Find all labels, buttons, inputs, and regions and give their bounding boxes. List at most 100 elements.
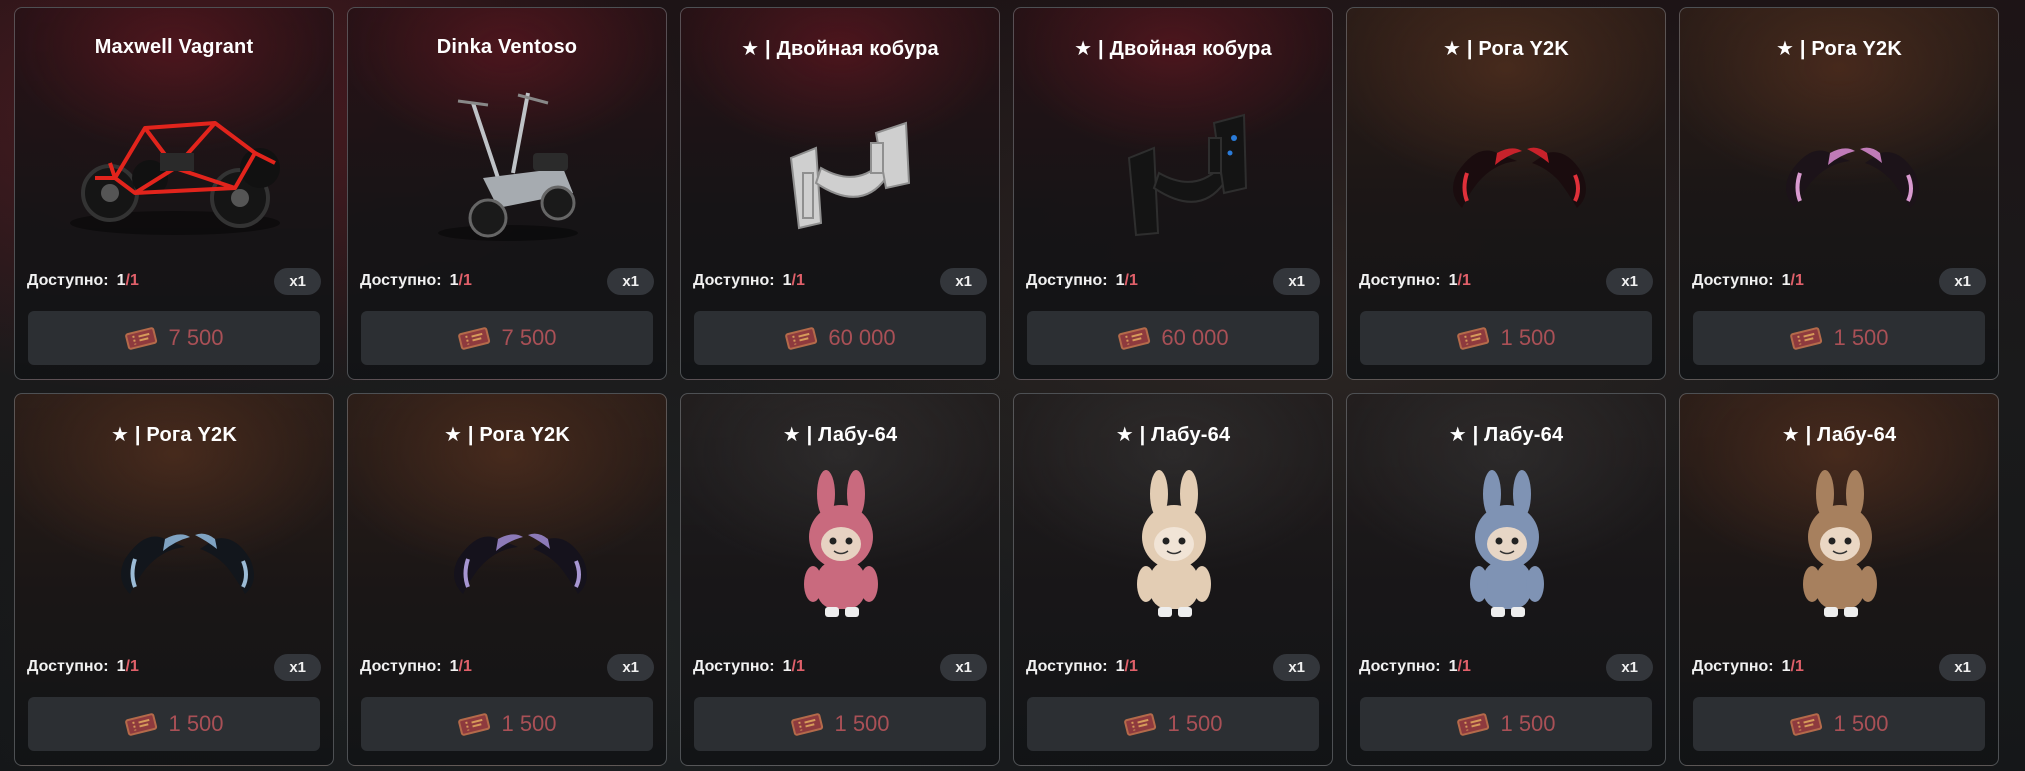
buy-button[interactable]: 1 500 [1693,311,1985,365]
buy-button[interactable]: 1 500 [1360,311,1652,365]
item-title: ★ | Лабу-64 [1781,424,1897,446]
available-count: 1 [116,272,126,289]
available-label: Доступно: [693,272,775,289]
quantity-badge: x1 [274,267,321,295]
price-value: 60 000 [1161,325,1229,350]
item-card[interactable]: ★ | Лабу-64 Доступно: 1/1 x1 1 500 [680,393,1000,766]
item-card[interactable]: ★ | Рога Y2K Доступно: 1/1 x1 1 500 [347,393,667,766]
item-card[interactable]: ★ | Лабу-64 Доступно: 1/1 x1 1 500 [1679,393,1999,766]
holster-black-icon [1127,113,1248,237]
item-card[interactable]: ★ | Рога Y2K Доступно: 1/1 x1 1 500 [1679,7,1999,380]
available-total: /1 [1790,658,1804,675]
available-count: 1 [116,658,126,675]
ticket-icon [125,327,158,350]
availability-row: Доступно: 1/1 x1 [1692,652,1986,682]
ticket-icon [1124,713,1157,736]
availability-row: Доступно: 1/1 x1 [1026,266,1320,296]
ticket-icon [785,327,818,350]
item-title: ★ | Рога Y2K [1442,38,1569,60]
buy-button[interactable]: 60 000 [1027,311,1319,365]
horns-pink-icon [1786,147,1919,208]
ticket-icon [1790,327,1823,350]
price-value: 1 500 [501,711,557,736]
item-title: ★ | Рога Y2K [1775,38,1902,60]
item-card[interactable]: ★ | Рога Y2K Доступно: 1/1 x1 1 500 [1346,7,1666,380]
availability-row: Доступно: 1/1 x1 [27,652,321,682]
buy-button[interactable]: 1 500 [1693,697,1985,751]
quantity-badge: x1 [274,653,321,681]
item-card[interactable]: ★ | Двойная кобура Доступно: 1/1 x1 60 00… [1013,7,1333,380]
price-value: 7 500 [168,325,224,350]
quantity-badge: x1 [607,267,654,295]
available-total: /1 [458,272,472,289]
availability-row: Доступно: 1/1 x1 [1359,652,1653,682]
horns-red-icon [1453,147,1586,208]
available-total: /1 [791,658,805,675]
availability-row: Доступно: 1/1 x1 [360,266,654,296]
available-label: Доступно: [1692,658,1774,675]
quantity-badge: x1 [1939,267,1986,295]
buy-button[interactable]: 1 500 [694,697,986,751]
holster-white-icon [789,121,911,230]
available-count: 1 [1448,658,1458,675]
available-label: Доступно: [1692,272,1774,289]
quantity-badge: x1 [1273,267,1320,295]
availability-row: Доступно: 1/1 x1 [1026,652,1320,682]
item-title: Maxwell Vagrant [94,36,254,58]
price-value: 1 500 [1500,325,1556,350]
item-card[interactable]: ★ | Лабу-64 Доступно: 1/1 x1 1 500 [1013,393,1333,766]
available-label: Доступно: [360,658,442,675]
available-label: Доступно: [27,272,109,289]
item-title: ★ | Двойная кобура [1074,38,1272,60]
available-count: 1 [1115,658,1125,675]
available-count: 1 [449,272,459,289]
buy-button[interactable]: 1 500 [361,697,653,751]
price-value: 1 500 [834,711,890,736]
motorbike-icon [438,92,578,241]
available-count: 1 [1781,272,1791,289]
item-title: ★ | Рога Y2K [110,424,237,446]
ticket-icon [1457,713,1490,736]
buy-button[interactable]: 1 500 [28,697,320,751]
ticket-icon [1118,327,1151,350]
price-value: 7 500 [501,325,557,350]
available-total: /1 [1124,272,1138,289]
quantity-badge: x1 [607,653,654,681]
buy-button[interactable]: 1 500 [1027,697,1319,751]
buggy-icon [70,121,280,235]
price-value: 1 500 [1833,711,1889,736]
item-title: ★ | Лабу-64 [1448,424,1564,446]
ticket-icon [791,713,824,736]
quantity-badge: x1 [1273,653,1320,681]
available-label: Доступно: [360,272,442,289]
available-label: Доступно: [1359,272,1441,289]
item-card[interactable]: ★ | Рога Y2K Доступно: 1/1 x1 1 500 [14,393,334,766]
ticket-icon [1790,713,1823,736]
item-card[interactable]: ★ | Лабу-64 Доступно: 1/1 x1 1 500 [1346,393,1666,766]
availability-row: Доступно: 1/1 x1 [693,266,987,296]
available-count: 1 [782,272,792,289]
available-total: /1 [1457,272,1471,289]
quantity-badge: x1 [1606,267,1653,295]
available-count: 1 [1781,658,1791,675]
buy-button[interactable]: 1 500 [1360,697,1652,751]
buy-button[interactable]: 7 500 [28,311,320,365]
item-card[interactable]: ★ | Двойная кобура Доступно: 1/1 x1 60 00… [680,7,1000,380]
ticket-icon [458,327,491,350]
available-count: 1 [1448,272,1458,289]
quantity-badge: x1 [1606,653,1653,681]
buy-button[interactable]: 7 500 [361,311,653,365]
available-label: Доступно: [1359,658,1441,675]
quantity-badge: x1 [940,653,987,681]
item-card[interactable]: Maxwell Vagrant Доступно: 1/1 x1 7 500 [14,7,334,380]
buy-button[interactable]: 60 000 [694,311,986,365]
item-card[interactable]: Dinka Ventoso Доступно: 1/1 x1 7 500 [347,7,667,380]
ticket-icon [1457,327,1490,350]
available-label: Доступно: [1026,272,1108,289]
available-count: 1 [1115,272,1125,289]
available-label: Доступно: [693,658,775,675]
availability-row: Доступно: 1/1 x1 [1692,266,1986,296]
available-total: /1 [125,658,139,675]
price-value: 60 000 [828,325,896,350]
price-value: 1 500 [1500,711,1556,736]
